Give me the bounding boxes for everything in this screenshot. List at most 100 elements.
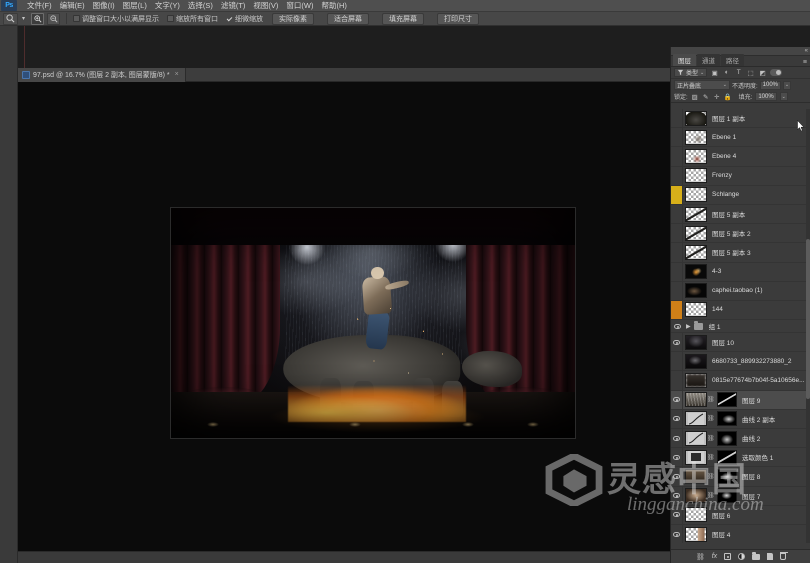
artboard[interactable] [171,208,575,438]
layer-row[interactable]: 图层 5 副本 3 [671,243,810,263]
layer-thumbnail[interactable] [685,283,707,299]
fit-screen-button[interactable]: 适合屏幕 [327,12,370,25]
smartobject-filter-icon[interactable]: ◩ [758,68,767,77]
layer-row[interactable]: caphei.taobao (1) [671,281,810,301]
layer-list-scrollbar[interactable] [806,109,810,543]
fill-screen-button[interactable]: 填充屏幕 [382,12,425,25]
group-disclosure-icon[interactable]: ▶ [686,323,691,330]
layer-row[interactable]: 图层 1 副本 [671,109,810,129]
layer-group-row[interactable]: ▶ 组 1 [671,320,810,334]
mask-link-icon[interactable]: ⛓ [707,435,715,442]
layer-mask-thumbnail[interactable] [717,392,737,408]
layer-style-icon[interactable]: fx [712,553,717,560]
visibility-toggle[interactable] [671,409,683,428]
layer-thumbnail[interactable] [685,526,707,542]
lock-image-icon[interactable]: ✎ [702,93,710,101]
zoom-out-icon[interactable] [47,12,61,25]
shape-filter-icon[interactable]: ⬚ [746,68,755,77]
panel-menu-icon[interactable]: ≡ [803,59,810,66]
filter-kind-select[interactable]: 类型 ⌄ [674,68,708,77]
menu-edit[interactable]: 编辑(E) [56,0,89,12]
curves-icon[interactable] [685,430,707,446]
new-group-icon[interactable] [752,551,761,560]
visibility-toggle[interactable] [671,333,683,352]
actual-pixels-button[interactable]: 实际像素 [272,12,315,25]
layer-mask-thumbnail[interactable] [717,411,737,427]
opacity-stepper[interactable]: ⌄ [783,80,792,90]
fill-value[interactable]: 100% [755,92,777,101]
tab-layers[interactable]: 图层 [673,54,696,66]
layer-mask-thumbnail[interactable] [717,430,737,446]
visibility-toggle[interactable] [671,166,683,185]
layer-thumbnail[interactable] [685,302,707,318]
layer-row[interactable]: ⛓ 曲线 2 副本 [671,409,810,429]
print-size-button[interactable]: 打印尺寸 [437,12,480,25]
tool-preset-chevron-icon[interactable]: ▾ [22,15,25,22]
layer-row[interactable]: ⛓ 图层 7 [671,486,810,506]
visibility-toggle[interactable] [671,524,683,543]
visibility-toggle[interactable] [671,505,683,524]
layer-row[interactable]: 4-3 [671,262,810,282]
layer-thumbnail[interactable] [685,148,707,164]
mask-link-icon[interactable]: ⛓ [707,454,715,461]
adjustment-filter-icon[interactable]: ◐ [722,68,731,77]
menu-type[interactable]: 文字(Y) [151,0,184,12]
menu-layer[interactable]: 图层(L) [119,0,151,12]
visibility-toggle[interactable] [671,147,683,166]
opacity-value[interactable]: 100% [759,80,782,90]
layer-row[interactable]: Ebene 1 [671,128,810,148]
visibility-toggle[interactable] [671,262,683,281]
zoom-in-icon[interactable] [31,12,45,25]
add-mask-icon[interactable] [724,553,732,560]
link-layers-icon[interactable]: ⛓ [696,553,705,561]
tab-channels[interactable]: 通道 [697,54,720,66]
layer-row[interactable]: 6680733_889932273880_2 [671,352,810,372]
layer-mask-thumbnail[interactable] [717,468,737,484]
layer-row[interactable]: 图层 5 副本 2 [671,224,810,244]
layer-thumbnail[interactable] [685,334,707,350]
layer-thumbnail[interactable] [685,373,707,389]
menu-image[interactable]: 图像(I) [89,0,119,12]
visibility-toggle[interactable] [671,224,683,243]
layer-thumbnail[interactable] [685,225,707,241]
visibility-toggle[interactable] [671,390,683,409]
new-adjustment-icon[interactable] [738,553,746,560]
canvas-area[interactable] [18,82,670,563]
close-icon[interactable]: × [175,71,179,78]
fill-stepper[interactable]: ⌄ [779,92,788,101]
layer-row[interactable]: Ebene 4 [671,147,810,167]
layer-thumbnail[interactable] [685,468,707,484]
layer-thumbnail[interactable] [685,206,707,222]
layer-row[interactable]: ⛓ 图层 8 [671,467,810,487]
lock-transparency-icon[interactable]: ▨ [691,93,699,101]
mask-link-icon[interactable]: ⛓ [707,492,715,499]
visibility-toggle[interactable] [671,300,683,320]
layer-thumbnail[interactable] [685,187,707,203]
layer-thumbnail[interactable] [685,392,707,408]
visibility-toggle[interactable] [671,429,683,448]
pixel-filter-icon[interactable]: ▣ [710,68,719,77]
zoom-tool-icon[interactable] [3,12,18,25]
zoom-all-windows-checkbox[interactable]: 缩放所有窗口 [167,14,218,24]
collapse-panel-icon[interactable]: « [805,47,808,55]
visibility-toggle[interactable] [671,243,683,262]
layer-row[interactable]: 图层 6 [671,505,810,525]
layer-thumbnail[interactable] [685,488,707,504]
delete-layer-icon[interactable] [780,551,789,560]
layer-thumbnail[interactable] [685,507,707,523]
layer-thumbnail[interactable] [685,264,707,280]
menu-select[interactable]: 选择(S) [184,0,217,12]
layer-row[interactable]: 图层 4 [671,524,810,543]
layer-thumbnail[interactable] [685,244,707,260]
scrollbar-thumb[interactable] [806,239,810,399]
layer-row[interactable]: 图层 5 副本 [671,204,810,225]
filter-enable-toggle[interactable] [770,69,783,76]
layer-mask-thumbnail[interactable] [717,488,737,504]
layer-thumbnail[interactable] [685,353,707,369]
layer-row[interactable]: ⛓ 曲线 2 [671,429,810,449]
mask-link-icon[interactable]: ⛓ [707,473,715,480]
layer-row[interactable]: 图层 10 [671,333,810,353]
layer-list[interactable]: 图层 1 副本 Ebene 1 Ebene 4 Frenzy Schlange … [671,109,810,543]
layer-row[interactable]: Frenzy [671,166,810,186]
visibility-toggle[interactable] [671,320,683,332]
